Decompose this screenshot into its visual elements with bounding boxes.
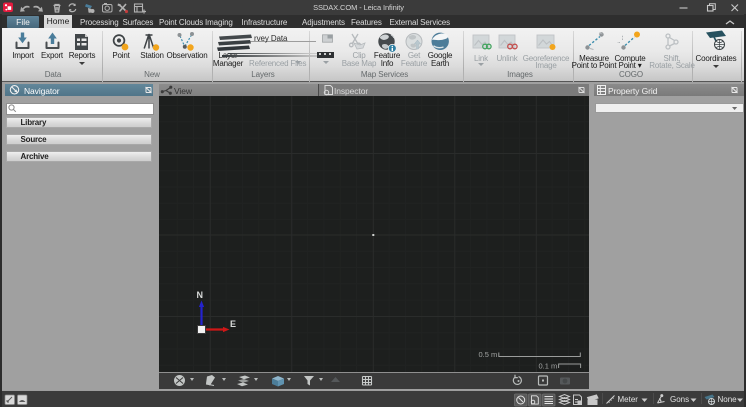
- svg-text:0.5 m: 0.5 m: [479, 350, 498, 359]
- svg-text:0.1 m: 0.1 m: [539, 361, 558, 370]
- svg-text:N: N: [197, 290, 204, 300]
- svg-text:E: E: [230, 319, 236, 329]
